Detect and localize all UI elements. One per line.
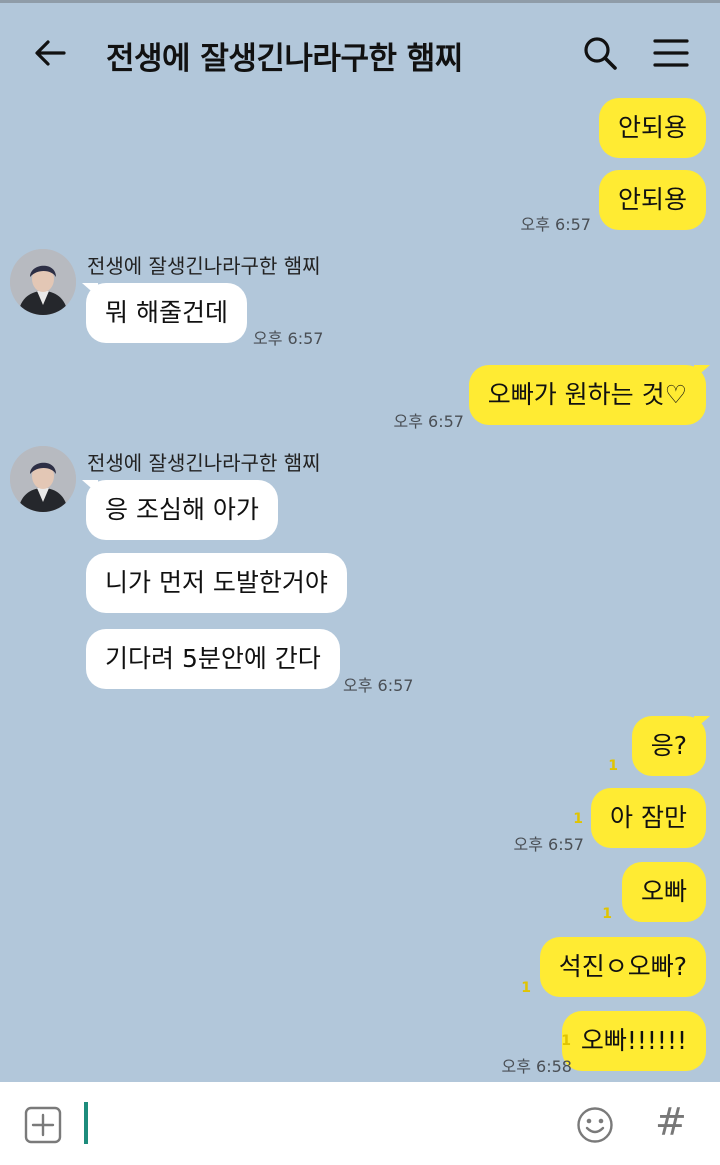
- message-text: 석진ㅇ오빠?: [558, 952, 687, 981]
- avatar[interactable]: [10, 446, 76, 512]
- message-text: 오빠!!!!!!: [580, 1026, 687, 1055]
- their-message-bubble[interactable]: 기다려 5분안에 간다: [86, 629, 340, 689]
- message-text: 니가 먼저 도발한거야: [105, 568, 328, 597]
- text-cursor: [84, 1102, 88, 1144]
- message-text: 아 잠만: [610, 803, 687, 832]
- message-text: 응 조심해 아가: [105, 495, 259, 524]
- bubble-tail: [82, 283, 98, 297]
- my-message-bubble[interactable]: 오빠: [621, 862, 706, 922]
- unread-count: 1: [521, 980, 531, 996]
- message-text: 오빠가 원하는 것♡: [487, 380, 687, 409]
- message-time: 오후 6:57: [393, 412, 464, 431]
- my-message-bubble[interactable]: 석진ㅇ오빠?: [539, 937, 706, 997]
- message-input-bar: #: [0, 1082, 720, 1165]
- message-text: 안되용: [617, 185, 687, 214]
- chat-header: 전생에 잘생긴나라구한 햄찌: [0, 3, 720, 99]
- message-time: 오후 6:57: [513, 835, 584, 854]
- my-message-bubble[interactable]: 안되용: [598, 98, 706, 158]
- unread-count: 1: [608, 758, 618, 774]
- chat-title: 전생에 잘생긴나라구한 햄찌: [106, 41, 463, 77]
- message-time: 오후 6:57: [343, 676, 414, 695]
- my-message-bubble[interactable]: 아 잠만: [591, 788, 706, 848]
- back-arrow-icon[interactable]: [30, 33, 70, 73]
- message-input[interactable]: [96, 1100, 560, 1148]
- my-message-bubble[interactable]: 오빠!!!!!!: [561, 1011, 706, 1071]
- message-text: 뭐 해줄건데: [105, 298, 228, 327]
- smiley-icon[interactable]: [576, 1106, 614, 1144]
- sender-name: 전생에 잘생긴나라구한 햄찌: [87, 254, 321, 278]
- message-time: 오후 6:57: [253, 329, 324, 348]
- sender-name: 전생에 잘생긴나라구한 햄찌: [87, 451, 321, 475]
- unread-count: 1: [602, 906, 612, 922]
- message-text: 응?: [650, 731, 687, 760]
- message-text: 오빠: [640, 877, 687, 906]
- unread-count: 1: [561, 1033, 571, 1049]
- message-text: 안되용: [617, 113, 687, 142]
- bubble-tail: [82, 480, 98, 494]
- hamburger-menu-icon[interactable]: [651, 33, 691, 73]
- message-time: 오후 6:57: [520, 215, 591, 234]
- my-message-bubble[interactable]: 안되용: [598, 170, 706, 230]
- message-text: 기다려 5분안에 간다: [105, 644, 321, 673]
- their-message-bubble[interactable]: 응 조심해 아가: [86, 480, 278, 540]
- bubble-tail: [694, 365, 710, 379]
- unread-count: 1: [573, 811, 583, 827]
- their-message-bubble[interactable]: 뭐 해줄건데: [86, 283, 247, 343]
- their-message-bubble[interactable]: 니가 먼저 도발한거야: [86, 553, 347, 613]
- plus-box-icon[interactable]: [24, 1106, 62, 1144]
- search-icon[interactable]: [580, 33, 620, 73]
- message-time: 오후 6:58: [501, 1057, 572, 1076]
- bubble-tail: [694, 716, 710, 730]
- hashtag-button[interactable]: #: [655, 1100, 687, 1144]
- my-message-bubble[interactable]: 오빠가 원하는 것♡: [468, 365, 706, 425]
- avatar[interactable]: [10, 249, 76, 315]
